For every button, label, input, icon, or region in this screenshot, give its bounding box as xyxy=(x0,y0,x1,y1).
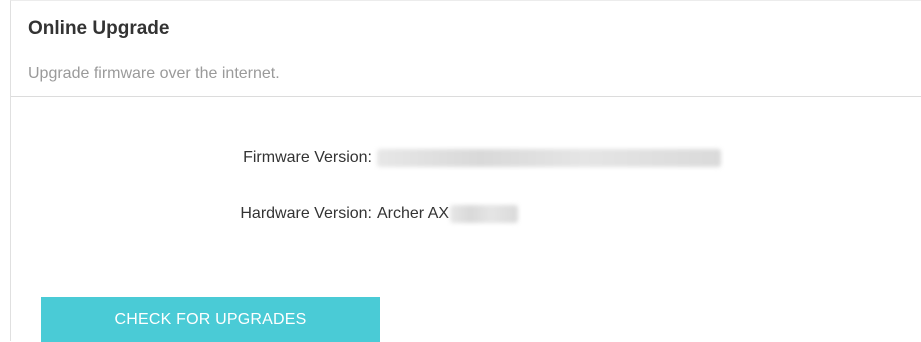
hardware-version-label: Hardware Version: xyxy=(240,205,372,222)
hardware-version-redacted xyxy=(450,205,519,223)
firmware-version-value xyxy=(377,149,721,167)
hardware-version-row: Hardware Version: Archer AX xyxy=(11,205,921,229)
hardware-version-value: Archer AX xyxy=(377,205,519,223)
check-for-upgrades-button[interactable]: CHECK FOR UPGRADES xyxy=(41,297,380,342)
firmware-version-redacted xyxy=(377,149,721,167)
section-subtitle: Upgrade firmware over the internet. xyxy=(28,65,280,82)
online-upgrade-panel: Online Upgrade Upgrade firmware over the… xyxy=(10,0,921,342)
hardware-version-text: Archer AX xyxy=(377,205,450,223)
firmware-version-label: Firmware Version: xyxy=(243,149,372,166)
firmware-version-row: Firmware Version: xyxy=(11,149,921,173)
section-title: Online Upgrade xyxy=(28,18,170,39)
section-header: Online Upgrade Upgrade firmware over the… xyxy=(11,1,921,97)
